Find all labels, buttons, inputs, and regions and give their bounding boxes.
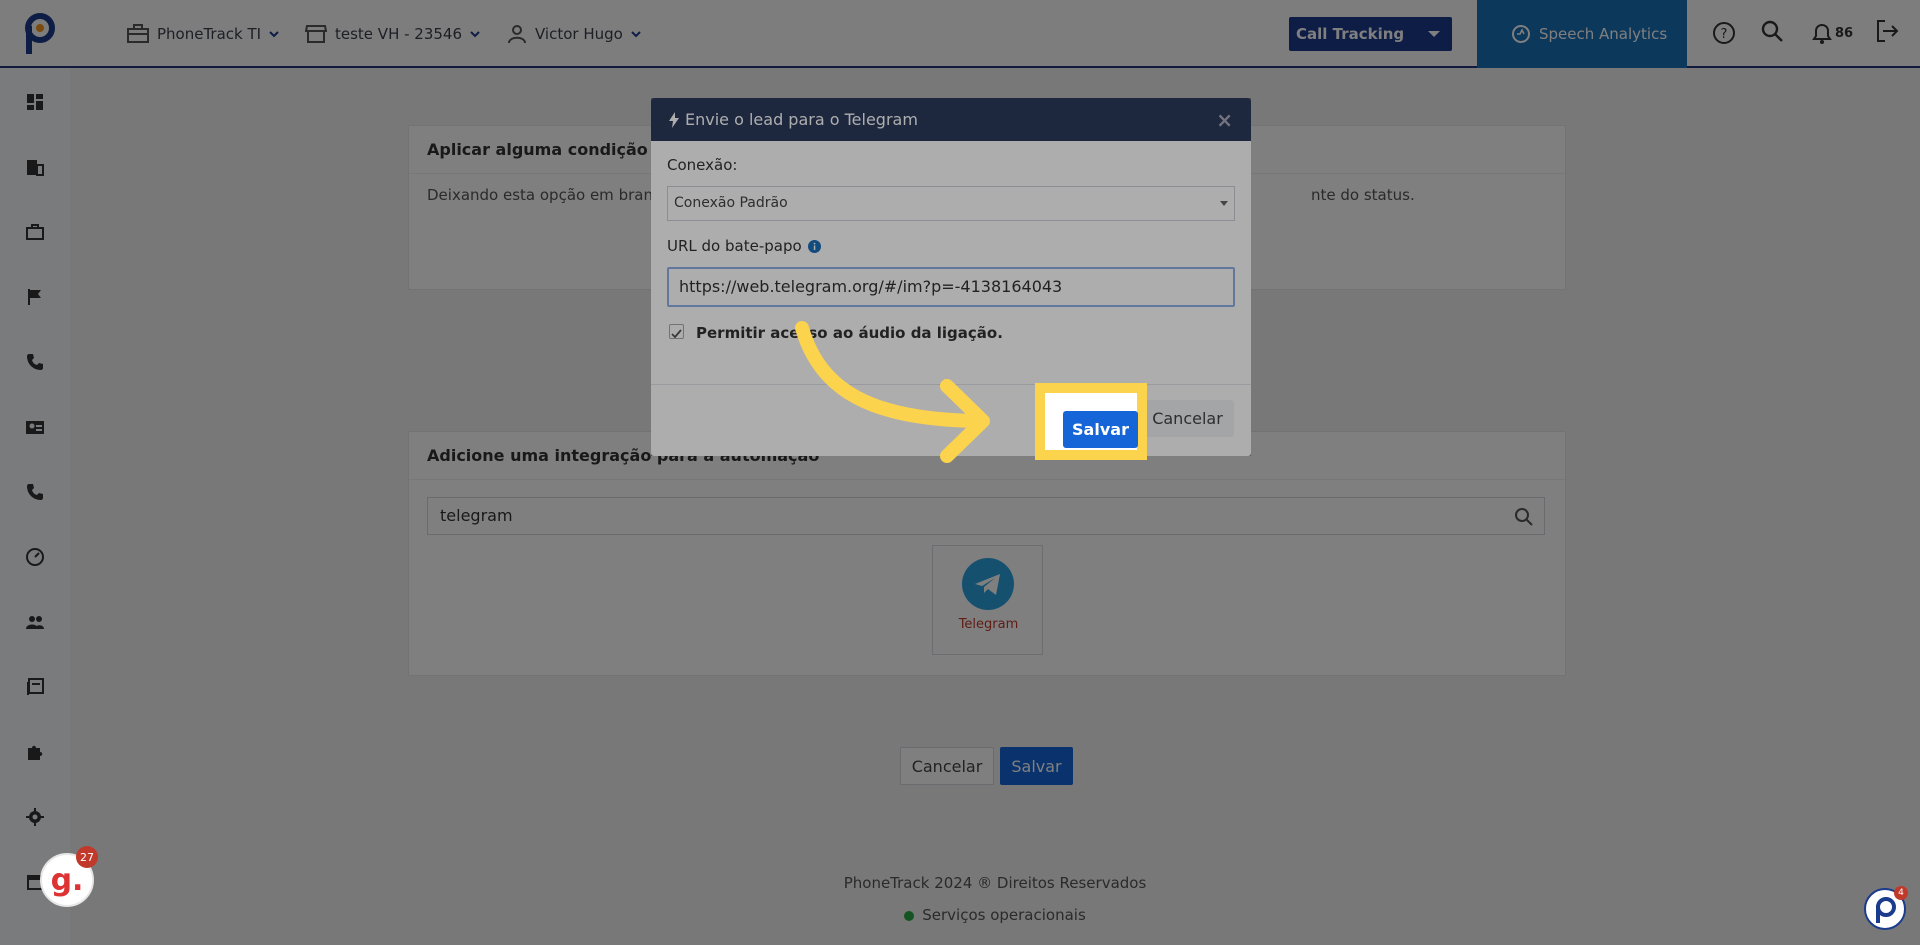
save-highlight-frame: Salvar bbox=[1035, 383, 1147, 460]
close-icon[interactable]: × bbox=[1216, 108, 1233, 132]
check-icon bbox=[671, 329, 682, 339]
g-widget-badge: 27 bbox=[76, 846, 98, 868]
phonetrack-widget-badge: 4 bbox=[1894, 886, 1908, 900]
chat-url-input[interactable]: https://web.telegram.org/#/im?p=-4138164… bbox=[667, 267, 1235, 307]
connection-label: Conexão: bbox=[667, 156, 738, 174]
curved-arrow-icon bbox=[795, 321, 990, 463]
url-label-row: URL do bate-papo bbox=[667, 237, 821, 255]
connection-select[interactable]: Conexão Padrão bbox=[667, 186, 1235, 221]
modal-title: Envie o lead para o Telegram bbox=[685, 110, 918, 129]
url-label: URL do bate-papo bbox=[667, 237, 802, 255]
info-icon[interactable] bbox=[807, 239, 821, 253]
bolt-icon bbox=[669, 111, 679, 128]
audio-access-checkbox[interactable] bbox=[669, 324, 684, 339]
connection-select-value: Conexão Padrão bbox=[674, 195, 788, 211]
g-widget-letter: g. bbox=[50, 862, 84, 898]
caret-down-icon bbox=[1220, 201, 1228, 206]
modal-header: Envie o lead para o Telegram × bbox=[651, 98, 1251, 141]
highlighted-save-button[interactable]: Salvar bbox=[1063, 411, 1138, 448]
modal-cancel-button[interactable]: Cancelar bbox=[1141, 400, 1234, 437]
